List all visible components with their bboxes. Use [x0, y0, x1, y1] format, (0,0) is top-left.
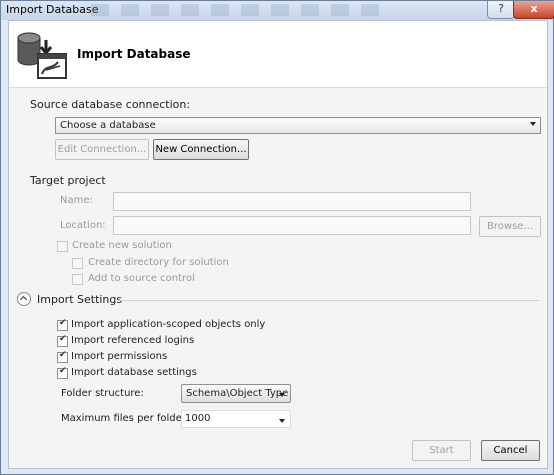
source-database-select[interactable]: Choose a database: [55, 117, 541, 134]
help-button[interactable]: ?: [487, 1, 515, 19]
title-bar[interactable]: Import Database ? x: [1, 1, 554, 20]
collapse-chevron-icon[interactable]: [17, 292, 31, 306]
dialog-header: Import Database: [9, 21, 547, 88]
create-new-solution-label: Create new solution: [72, 240, 172, 251]
database-import-icon: [17, 32, 67, 79]
import-settings-header[interactable]: Import Settings: [37, 293, 122, 306]
add-source-control-label: Add to source control: [88, 273, 195, 284]
target-project-label: Target project: [30, 174, 106, 187]
max-files-combo[interactable]: 1000: [181, 410, 291, 428]
chevron-down-icon: [279, 419, 285, 423]
create-directory-label: Create directory for solution: [88, 257, 229, 268]
title-bar-background: [91, 4, 381, 16]
location-label: Location:: [60, 220, 106, 231]
import-permissions-checkbox[interactable]: [57, 350, 68, 363]
project-name-input[interactable]: [113, 192, 471, 211]
chevron-down-icon: [530, 122, 536, 126]
folder-structure-label: Folder structure:: [61, 388, 144, 399]
import-db-settings-checkbox[interactable]: [57, 366, 68, 379]
chevron-down-icon: [279, 393, 285, 397]
new-connection-button[interactable]: New Connection...: [153, 139, 249, 160]
source-database-value: Choose a database: [60, 120, 156, 131]
import-db-settings-label: Import database settings: [71, 367, 197, 378]
import-app-scoped-label: Import application-scoped objects only: [71, 319, 266, 330]
add-source-control-checkbox[interactable]: [72, 274, 83, 285]
source-connection-label: Source database connection:: [30, 98, 191, 111]
import-app-scoped-checkbox[interactable]: [57, 318, 68, 331]
edit-connection-button[interactable]: Edit Connection...: [55, 139, 149, 160]
name-label: Name:: [60, 195, 93, 206]
window-title: Import Database: [6, 3, 99, 16]
max-files-value: 1000: [185, 413, 211, 424]
section-divider: [119, 300, 539, 301]
import-database-window: Import Database ? x Import Database Sour…: [0, 0, 554, 475]
create-directory-checkbox[interactable]: [72, 258, 83, 269]
import-logins-checkbox[interactable]: [57, 334, 68, 347]
page-title: Import Database: [77, 47, 191, 61]
close-button[interactable]: x: [513, 1, 554, 19]
browse-button[interactable]: Browse...: [479, 216, 541, 237]
import-logins-label: Import referenced logins: [71, 335, 195, 346]
location-input[interactable]: [113, 216, 471, 235]
create-new-solution-checkbox[interactable]: [57, 241, 68, 252]
dialog-body: Import Database Source database connecti…: [8, 20, 548, 469]
start-button[interactable]: Start: [412, 440, 471, 461]
cancel-button[interactable]: Cancel: [481, 440, 540, 461]
folder-structure-value: Schema\Object Type: [186, 388, 289, 399]
import-permissions-label: Import permissions: [71, 351, 168, 362]
max-files-label: Maximum files per folder:: [61, 413, 190, 424]
folder-structure-select[interactable]: Schema\Object Type: [181, 384, 291, 403]
